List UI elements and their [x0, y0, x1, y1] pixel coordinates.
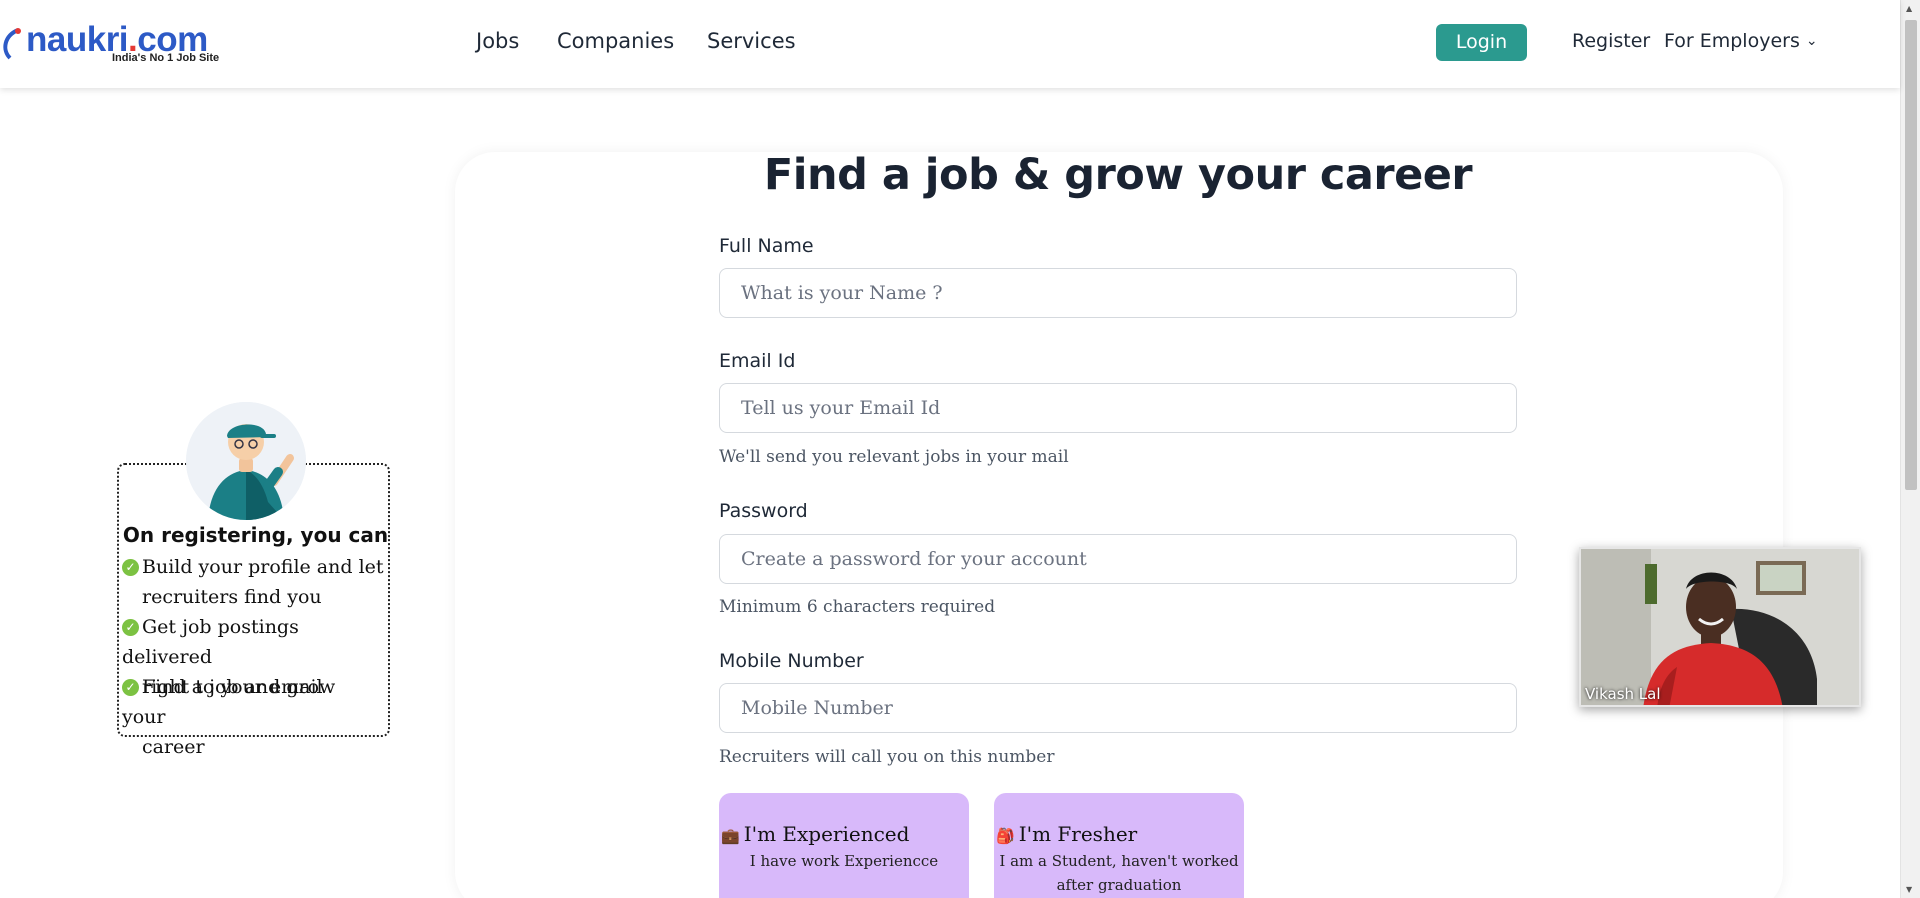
nav-companies[interactable]: Companies — [557, 29, 674, 53]
password-input[interactable] — [719, 534, 1517, 584]
naukri-logo[interactable]: naukri.com India's No 1 Job Site — [2, 20, 232, 68]
logo-tagline: India's No 1 Job Site — [112, 52, 220, 64]
page-title: Find a job & grow your career — [763, 150, 1473, 200]
register-link[interactable]: Register — [1572, 30, 1650, 52]
experienced-subtitle: I have work Experiencce — [749, 852, 939, 870]
scroll-up-arrow-icon[interactable]: ▲ — [1906, 4, 1912, 13]
check-circle-icon: ✓ — [122, 559, 139, 576]
logo-swoosh-icon — [3, 28, 21, 60]
mobile-input[interactable] — [719, 683, 1517, 733]
benefits-title: On registering, you can — [122, 523, 389, 547]
nav-services[interactable]: Services — [707, 29, 796, 53]
avatar-illustration — [186, 402, 306, 520]
participant-name: Vikash Lal — [1585, 685, 1661, 703]
experienced-option[interactable]: 💼 I'm Experienced I have work Experiencce — [719, 793, 969, 898]
person-waving-icon — [186, 402, 306, 520]
scrollbar-thumb[interactable] — [1905, 20, 1917, 490]
mobile-label: Mobile Number — [719, 650, 864, 672]
briefcase-icon: 💼 — [721, 827, 740, 845]
scroll-down-arrow-icon[interactable]: ▼ — [1906, 885, 1912, 894]
backpack-icon: 🎒 — [996, 827, 1015, 845]
mobile-hint: Recruiters will call you on this number — [719, 747, 1055, 767]
for-employers-dropdown[interactable]: For Employers ⌄ — [1664, 30, 1818, 52]
email-label: Email Id — [719, 350, 796, 372]
password-label: Password — [719, 500, 808, 522]
registration-card — [455, 152, 1783, 898]
for-employers-label: For Employers — [1664, 30, 1800, 52]
webcam-feed — [1581, 549, 1859, 705]
full-name-input[interactable] — [719, 268, 1517, 318]
email-hint: We'll send you relevant jobs in your mai… — [719, 447, 1069, 467]
login-button[interactable]: Login — [1436, 24, 1527, 61]
nav-jobs[interactable]: Jobs — [476, 29, 519, 53]
email-input[interactable] — [719, 383, 1517, 433]
chevron-down-icon: ⌄ — [1805, 33, 1818, 49]
top-navbar: naukri.com India's No 1 Job Site Jobs Co… — [0, 0, 1900, 88]
full-name-label: Full Name — [719, 235, 814, 257]
check-circle-icon: ✓ — [122, 619, 139, 636]
fresher-title: 🎒 I'm Fresher — [996, 822, 1138, 846]
benefit-item: ✓ Find a job and grow your career — [122, 676, 336, 758]
password-hint: Minimum 6 characters required — [719, 597, 996, 617]
experienced-title: 💼 I'm Experienced — [721, 822, 910, 846]
vertical-scrollbar[interactable]: ▲ ▼ — [1900, 0, 1920, 898]
fresher-subtitle: I am a Student, haven't worked after gra… — [999, 852, 1239, 894]
video-call-overlay[interactable]: Vikash Lal — [1579, 547, 1861, 707]
check-circle-icon: ✓ — [122, 679, 139, 696]
benefit-item: ✓ Build your profile and let recruiters f… — [122, 552, 384, 612]
fresher-option[interactable]: 🎒 I'm Fresher I am a Student, haven't wor… — [994, 793, 1244, 898]
